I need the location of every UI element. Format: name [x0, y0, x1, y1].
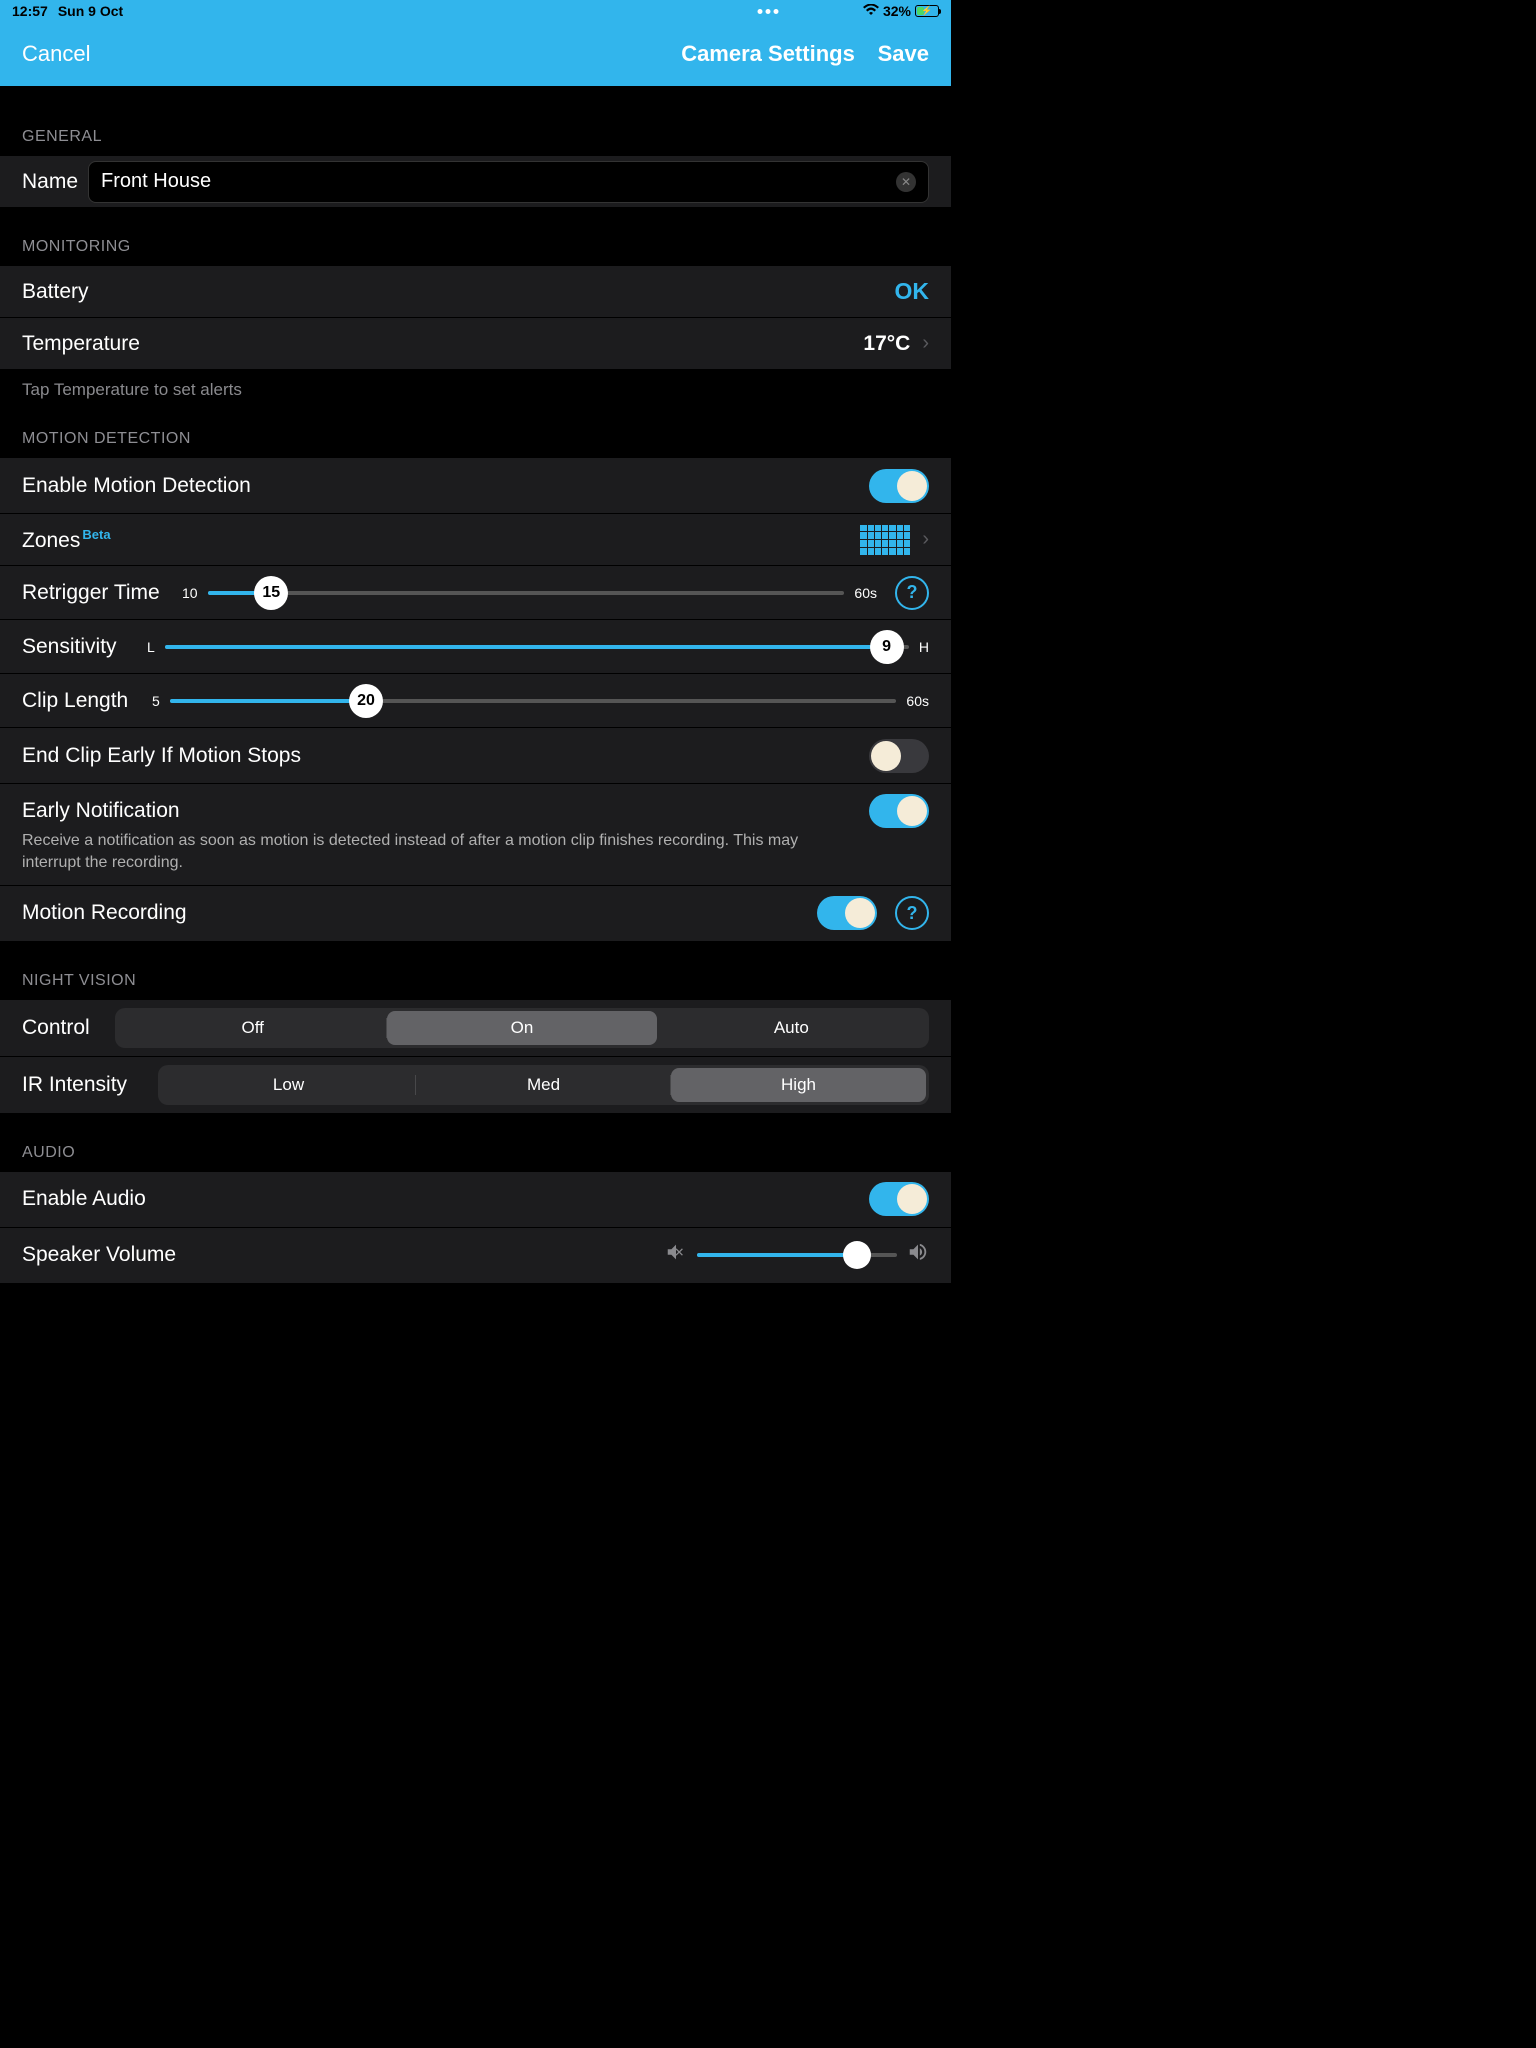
- retrigger-row: Retrigger Time 10 15 60s ?: [0, 566, 951, 620]
- multitask-dots: [758, 9, 779, 14]
- temperature-row[interactable]: Temperature 17°C ›: [0, 318, 951, 370]
- retrigger-help-button[interactable]: ?: [895, 576, 929, 610]
- wifi-icon: [863, 3, 879, 19]
- nav-bar: Cancel Camera Settings Save: [0, 22, 951, 86]
- section-header-motion: Motion Detection: [0, 400, 951, 458]
- motionrec-row: Motion Recording ?: [0, 886, 951, 942]
- section-header-nightvision: Night Vision: [0, 942, 951, 1000]
- motionrec-help-button[interactable]: ?: [895, 896, 929, 930]
- earlynotif-toggle[interactable]: [869, 794, 929, 828]
- clear-name-button[interactable]: ✕: [896, 172, 916, 192]
- earlynotif-row: Early Notification Receive a notificatio…: [0, 784, 951, 886]
- section-header-audio: Audio: [0, 1114, 951, 1172]
- beta-badge: Beta: [82, 527, 110, 542]
- ir-intensity-label: IR Intensity: [22, 1073, 140, 1097]
- nv-control-off[interactable]: Off: [118, 1011, 387, 1045]
- nv-control-label: Control: [22, 1016, 97, 1040]
- cliplength-label: Clip Length: [22, 689, 142, 713]
- enable-motion-toggle[interactable]: [869, 469, 929, 503]
- status-time: 12:57: [12, 3, 48, 19]
- save-button[interactable]: Save: [878, 41, 929, 67]
- endclip-label: End Clip Early If Motion Stops: [22, 744, 301, 768]
- volume-up-icon: [907, 1241, 929, 1269]
- retrigger-label: Retrigger Time: [22, 581, 172, 605]
- chevron-right-icon: ›: [922, 332, 929, 355]
- status-bar: 12:57 Sun 9 Oct 32% ⚡: [0, 0, 951, 22]
- retrigger-slider[interactable]: 15: [208, 591, 845, 595]
- nv-control-segmented: Off On Auto: [115, 1008, 929, 1048]
- battery-row: Battery OK: [0, 266, 951, 318]
- earlynotif-desc: Receive a notification as soon as motion…: [22, 830, 929, 875]
- cliplength-slider[interactable]: 20: [170, 699, 897, 703]
- endclip-row: End Clip Early If Motion Stops: [0, 728, 951, 784]
- motionrec-label: Motion Recording: [22, 901, 187, 925]
- endclip-toggle[interactable]: [869, 739, 929, 773]
- speaker-volume-row: Speaker Volume: [0, 1228, 951, 1284]
- ir-intensity-row: IR Intensity Low Med High: [0, 1057, 951, 1114]
- temperature-label: Temperature: [22, 332, 140, 356]
- speaker-volume-label: Speaker Volume: [22, 1243, 176, 1267]
- enable-audio-label: Enable Audio: [22, 1187, 146, 1211]
- cliplength-min: 5: [152, 693, 160, 709]
- battery-percent: 32%: [883, 3, 911, 19]
- cliplength-max: 60s: [906, 693, 929, 709]
- status-date: Sun 9 Oct: [58, 3, 123, 19]
- sensitivity-max: H: [919, 639, 929, 655]
- page-title: Camera Settings: [681, 41, 855, 67]
- battery-icon: ⚡: [915, 5, 939, 17]
- ir-intensity-segmented: Low Med High: [158, 1065, 929, 1105]
- retrigger-max: 60s: [854, 585, 877, 601]
- cliplength-row: Clip Length 5 20 60s: [0, 674, 951, 728]
- nv-control-auto[interactable]: Auto: [657, 1011, 926, 1045]
- enable-motion-row: Enable Motion Detection: [0, 458, 951, 514]
- volume-mute-icon: [665, 1241, 687, 1269]
- cliplength-thumb[interactable]: 20: [349, 684, 383, 718]
- sensitivity-label: Sensitivity: [22, 635, 137, 659]
- battery-value: OK: [895, 278, 930, 305]
- zones-label: ZonesBeta: [22, 527, 111, 553]
- section-header-general: General: [0, 86, 951, 156]
- zones-grid-icon: [860, 525, 910, 555]
- nv-control-on[interactable]: On: [387, 1011, 656, 1045]
- name-label: Name: [22, 170, 78, 194]
- zones-row[interactable]: ZonesBeta ›: [0, 514, 951, 566]
- name-row: Name ✕: [0, 156, 951, 208]
- enable-audio-toggle[interactable]: [869, 1182, 929, 1216]
- nv-control-row: Control Off On Auto: [0, 1000, 951, 1057]
- retrigger-thumb[interactable]: 15: [254, 576, 288, 610]
- sensitivity-thumb[interactable]: 9: [870, 630, 904, 664]
- sensitivity-row: Sensitivity L 9 H: [0, 620, 951, 674]
- name-input[interactable]: [101, 170, 896, 193]
- battery-label: Battery: [22, 280, 89, 304]
- earlynotif-label: Early Notification: [22, 799, 180, 823]
- cancel-button[interactable]: Cancel: [22, 41, 90, 67]
- ir-low[interactable]: Low: [161, 1068, 416, 1102]
- sensitivity-slider[interactable]: 9: [165, 645, 909, 649]
- chevron-right-icon: ›: [922, 528, 929, 551]
- motionrec-toggle[interactable]: [817, 896, 877, 930]
- enable-audio-row: Enable Audio: [0, 1172, 951, 1228]
- ir-med[interactable]: Med: [416, 1068, 671, 1102]
- speaker-volume-slider[interactable]: [697, 1253, 897, 1257]
- volume-thumb[interactable]: [843, 1241, 871, 1269]
- monitoring-footer: Tap Temperature to set alerts: [0, 370, 951, 400]
- enable-motion-label: Enable Motion Detection: [22, 474, 251, 498]
- section-header-monitoring: Monitoring: [0, 208, 951, 266]
- retrigger-min: 10: [182, 585, 198, 601]
- sensitivity-min: L: [147, 639, 155, 655]
- ir-high[interactable]: High: [671, 1068, 926, 1102]
- temperature-value: 17°C: [863, 332, 910, 356]
